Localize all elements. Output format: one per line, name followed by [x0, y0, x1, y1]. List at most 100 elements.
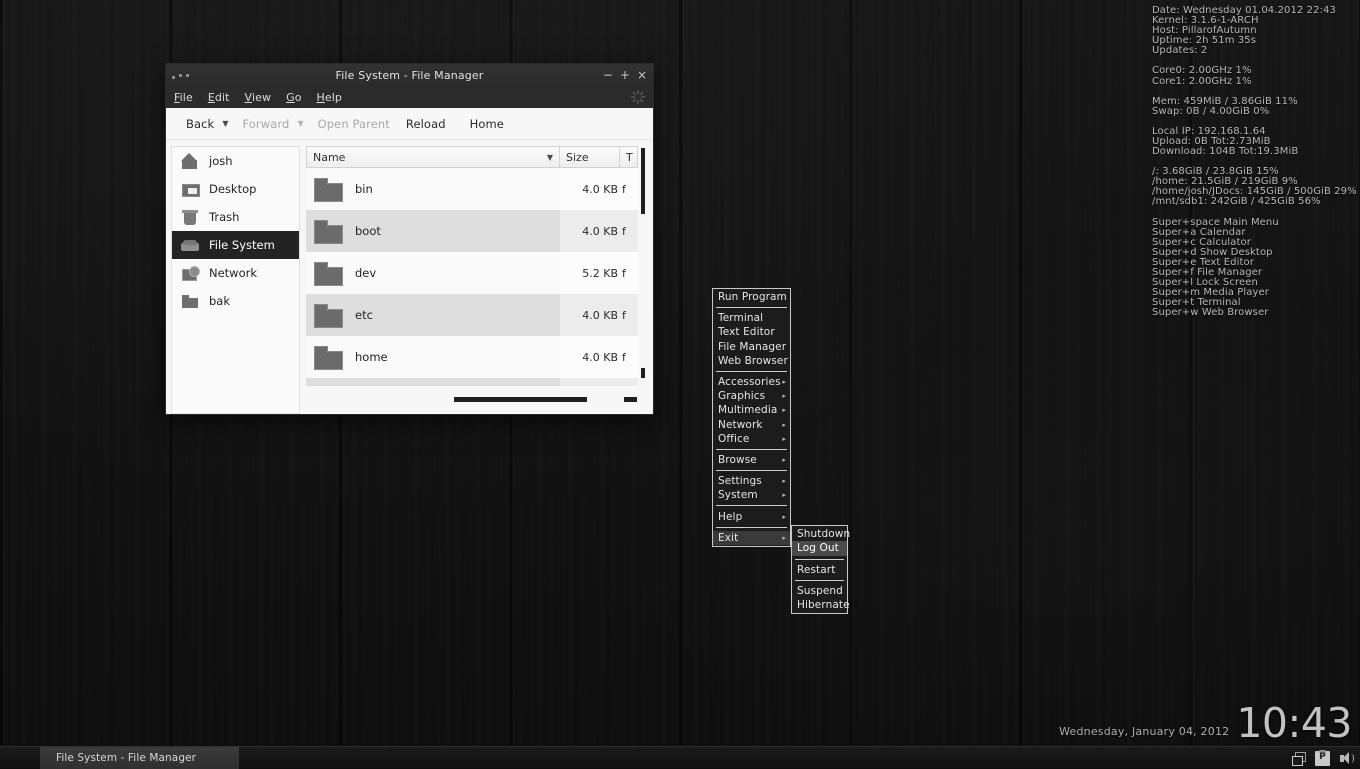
menu-item-terminal[interactable]: Terminal: [713, 311, 790, 325]
desktop-icon: [180, 179, 200, 199]
menu-item-browse[interactable]: Browse ▸: [713, 453, 790, 467]
chevron-right-icon: ▸: [782, 513, 786, 521]
sidebar-item-desktop[interactable]: Desktop: [172, 175, 299, 203]
vertical-scrollbar-thumb[interactable]: [641, 148, 645, 214]
column-header-size[interactable]: Size: [560, 146, 620, 168]
file-type: f: [620, 252, 638, 294]
menu-item-run-program[interactable]: Run Program: [713, 290, 790, 304]
home-button[interactable]: Home: [462, 117, 512, 131]
toolbar[interactable]: Back ▼ Forward ▼ Open Parent Reload Home: [166, 108, 653, 140]
menu-help[interactable]: Help: [317, 91, 342, 104]
file-size: 5.2 KB: [560, 252, 620, 294]
file-list-columns[interactable]: Name ▼ Size T: [306, 146, 638, 386]
file-name: dev: [355, 266, 376, 280]
menu-item-label: Web Browser: [718, 355, 788, 367]
sidebar-item-file-system[interactable]: File System: [172, 231, 299, 259]
windows-icon[interactable]: [1291, 751, 1306, 766]
menu-item-accessories[interactable]: Accessories ▸: [713, 375, 790, 389]
menu-view[interactable]: View: [245, 91, 272, 104]
minimize-button[interactable]: −: [603, 69, 613, 81]
clipboard-icon[interactable]: [1315, 751, 1330, 766]
menu-edit[interactable]: Edit: [208, 91, 230, 104]
resize-grip[interactable]: [624, 397, 637, 402]
menu-item-shutdown[interactable]: Shutdown: [792, 527, 847, 541]
sidebar-item-network[interactable]: Network: [172, 259, 299, 287]
menu-item-label: Help: [718, 511, 742, 523]
maximize-button[interactable]: +: [620, 69, 630, 81]
menu-separator: [716, 505, 787, 506]
menu-item-settings[interactable]: Settings ▸: [713, 474, 790, 488]
file-size: 4.0 KB: [560, 336, 620, 378]
column-header-type[interactable]: T: [620, 146, 638, 168]
file-size: 4.0 KB: [560, 210, 620, 252]
reload-button[interactable]: Reload: [398, 117, 454, 131]
sidebar-item-trash[interactable]: Trash: [172, 203, 299, 231]
taskbar[interactable]: File System - File Manager: [0, 746, 1360, 768]
task-button-list[interactable]: File System - File Manager: [40, 747, 239, 769]
table-row[interactable]: etc 4.0 KB f: [306, 294, 638, 336]
root-menu[interactable]: Run Program Terminal Text Editor File Ma…: [712, 288, 791, 547]
file-manager-window[interactable]: File System - File Manager − + × FFileil…: [165, 63, 654, 415]
menu-item-file-manager[interactable]: File Manager: [713, 340, 790, 354]
desktop-wallpaper[interactable]: Date: Wednesday 01.04.2012 22:43 Kernel:…: [0, 0, 1360, 768]
volume-icon[interactable]: [1339, 751, 1354, 766]
file-list-box[interactable]: Name ▼ Size T: [306, 146, 648, 386]
horizontal-scrollbar[interactable]: [441, 397, 640, 402]
file-name-cell[interactable]: bin: [306, 178, 560, 200]
window-titlebar[interactable]: File System - File Manager − + ×: [166, 64, 653, 86]
menu-item-network[interactable]: Network ▸: [713, 418, 790, 432]
menu-item-log-out[interactable]: Log Out: [792, 541, 847, 555]
file-name-cell[interactable]: home: [306, 346, 560, 368]
sort-descending-icon[interactable]: ▼: [547, 153, 553, 162]
column-header-name[interactable]: Name ▼: [306, 146, 560, 168]
window-controls[interactable]: − + ×: [603, 64, 647, 86]
column-headers[interactable]: Name ▼ Size T: [306, 146, 638, 168]
file-rows[interactable]: bin 4.0 KB f boot 4.0 KB: [306, 168, 638, 386]
menu-item-restart[interactable]: Restart: [792, 563, 847, 577]
back-dropdown-icon[interactable]: ▼: [222, 119, 234, 128]
menu-item-label: Run Program: [718, 291, 787, 303]
menu-file[interactable]: FFileile: [174, 91, 193, 104]
menu-item-web-browser[interactable]: Web Browser: [713, 354, 790, 368]
close-button[interactable]: ×: [637, 69, 647, 81]
menu-bar[interactable]: FFileile Edit View Go Help: [166, 86, 653, 108]
table-row[interactable]: [306, 378, 638, 386]
file-type: [620, 378, 638, 386]
file-name-cell[interactable]: dev: [306, 262, 560, 284]
menu-item-label: Office: [718, 433, 749, 445]
file-list-area[interactable]: Name ▼ Size T: [306, 146, 648, 414]
table-row[interactable]: dev 5.2 KB f: [306, 252, 638, 294]
exit-submenu[interactable]: Shutdown Log Out Restart Suspend Hiberna…: [791, 525, 848, 614]
sidebar-item-josh[interactable]: josh: [172, 147, 299, 175]
places-sidebar[interactable]: josh Desktop Trash File System Network: [171, 146, 300, 414]
table-row[interactable]: home 4.0 KB f: [306, 336, 638, 378]
menu-item-label: Log Out: [797, 542, 839, 554]
menu-item-office[interactable]: Office ▸: [713, 432, 790, 446]
menu-item-graphics[interactable]: Graphics ▸: [713, 389, 790, 403]
table-row[interactable]: boot 4.0 KB f: [306, 210, 638, 252]
vertical-scrollbar-end-marker[interactable]: [641, 368, 645, 378]
file-name-cell[interactable]: boot: [306, 220, 560, 242]
menu-go[interactable]: Go: [286, 91, 301, 104]
menu-item-label: Terminal: [718, 312, 763, 324]
menu-item-label: Restart: [797, 564, 835, 576]
conky-disk-sdb1: /mnt/sdb1: 242GiB / 425GiB 56%: [1152, 197, 1358, 207]
task-button-file-manager[interactable]: File System - File Manager: [40, 747, 239, 769]
sidebar-item-bak[interactable]: bak: [172, 287, 299, 315]
menu-item-suspend[interactable]: Suspend: [792, 584, 847, 598]
menu-item-hibernate[interactable]: Hibernate: [792, 598, 847, 612]
horizontal-scrollbar-thumb[interactable]: [454, 397, 587, 402]
vertical-scrollbar[interactable]: [638, 146, 648, 386]
menu-item-help[interactable]: Help ▸: [713, 509, 790, 523]
menu-item-label: Settings: [718, 475, 762, 487]
menu-item-text-editor[interactable]: Text Editor: [713, 325, 790, 339]
menu-item-system[interactable]: System ▸: [713, 488, 790, 502]
system-tray[interactable]: [1291, 747, 1354, 769]
back-button[interactable]: Back: [178, 117, 222, 131]
file-name-cell[interactable]: etc: [306, 304, 560, 326]
menu-separator: [795, 580, 844, 581]
menu-item-multimedia[interactable]: Multimedia ▸: [713, 403, 790, 417]
menu-separator: [716, 371, 787, 372]
menu-item-exit[interactable]: Exit ▸: [713, 531, 790, 545]
table-row[interactable]: bin 4.0 KB f: [306, 168, 638, 210]
